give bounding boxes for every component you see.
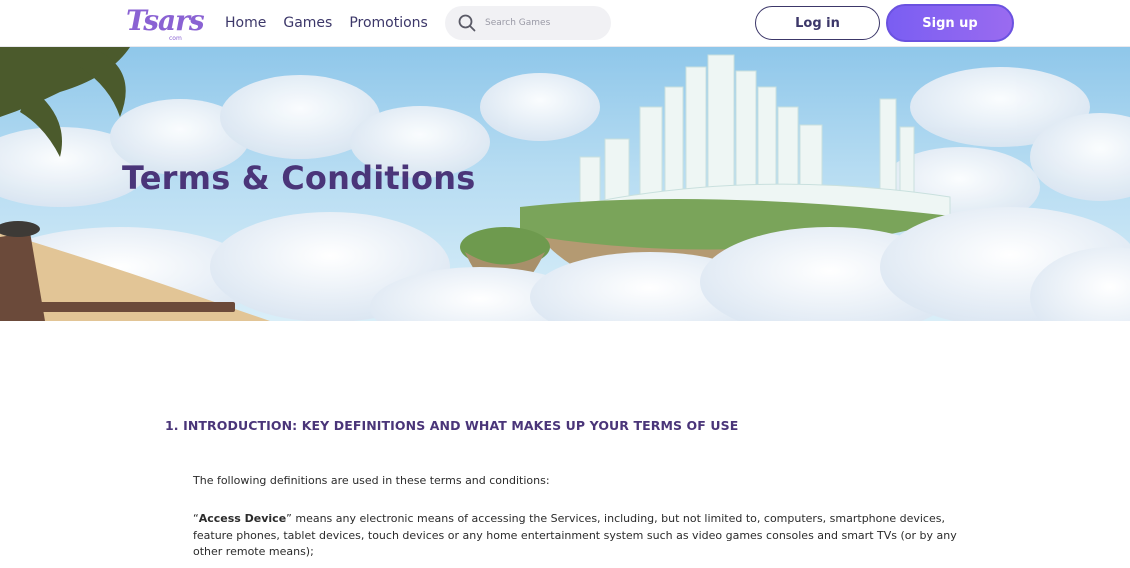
logo-wordmark: Tsars	[126, 4, 205, 37]
main-nav: Home Games Promotions	[225, 14, 445, 32]
section-heading: 1. INTRODUCTION: KEY DEFINITIONS AND WHA…	[165, 418, 739, 433]
definition-access-device: “Access Device” means any electronic mea…	[193, 511, 968, 561]
logo-subtext: com	[169, 35, 182, 42]
nav-games-link[interactable]: Games	[283, 14, 332, 32]
search-box[interactable]	[445, 6, 611, 40]
intro-paragraph: The following definitions are used in th…	[193, 474, 550, 487]
login-button[interactable]: Log in	[755, 6, 880, 40]
definition-body: ” means any electronic means of accessin…	[193, 512, 957, 558]
signup-button[interactable]: Sign up	[886, 4, 1014, 42]
top-navbar: Tsars com Home Games Promotions Log in S…	[0, 0, 1130, 47]
page-title: Terms & Conditions	[122, 159, 476, 197]
site-logo[interactable]: Tsars com	[126, 4, 205, 42]
nav-promotions-link[interactable]: Promotions	[349, 14, 428, 32]
search-input[interactable]	[485, 13, 603, 33]
definition-term: Access Device	[198, 512, 287, 525]
hero-banner: Terms & Conditions	[0, 47, 1130, 321]
search-icon[interactable]	[458, 14, 476, 32]
nav-home-link[interactable]: Home	[225, 14, 266, 32]
